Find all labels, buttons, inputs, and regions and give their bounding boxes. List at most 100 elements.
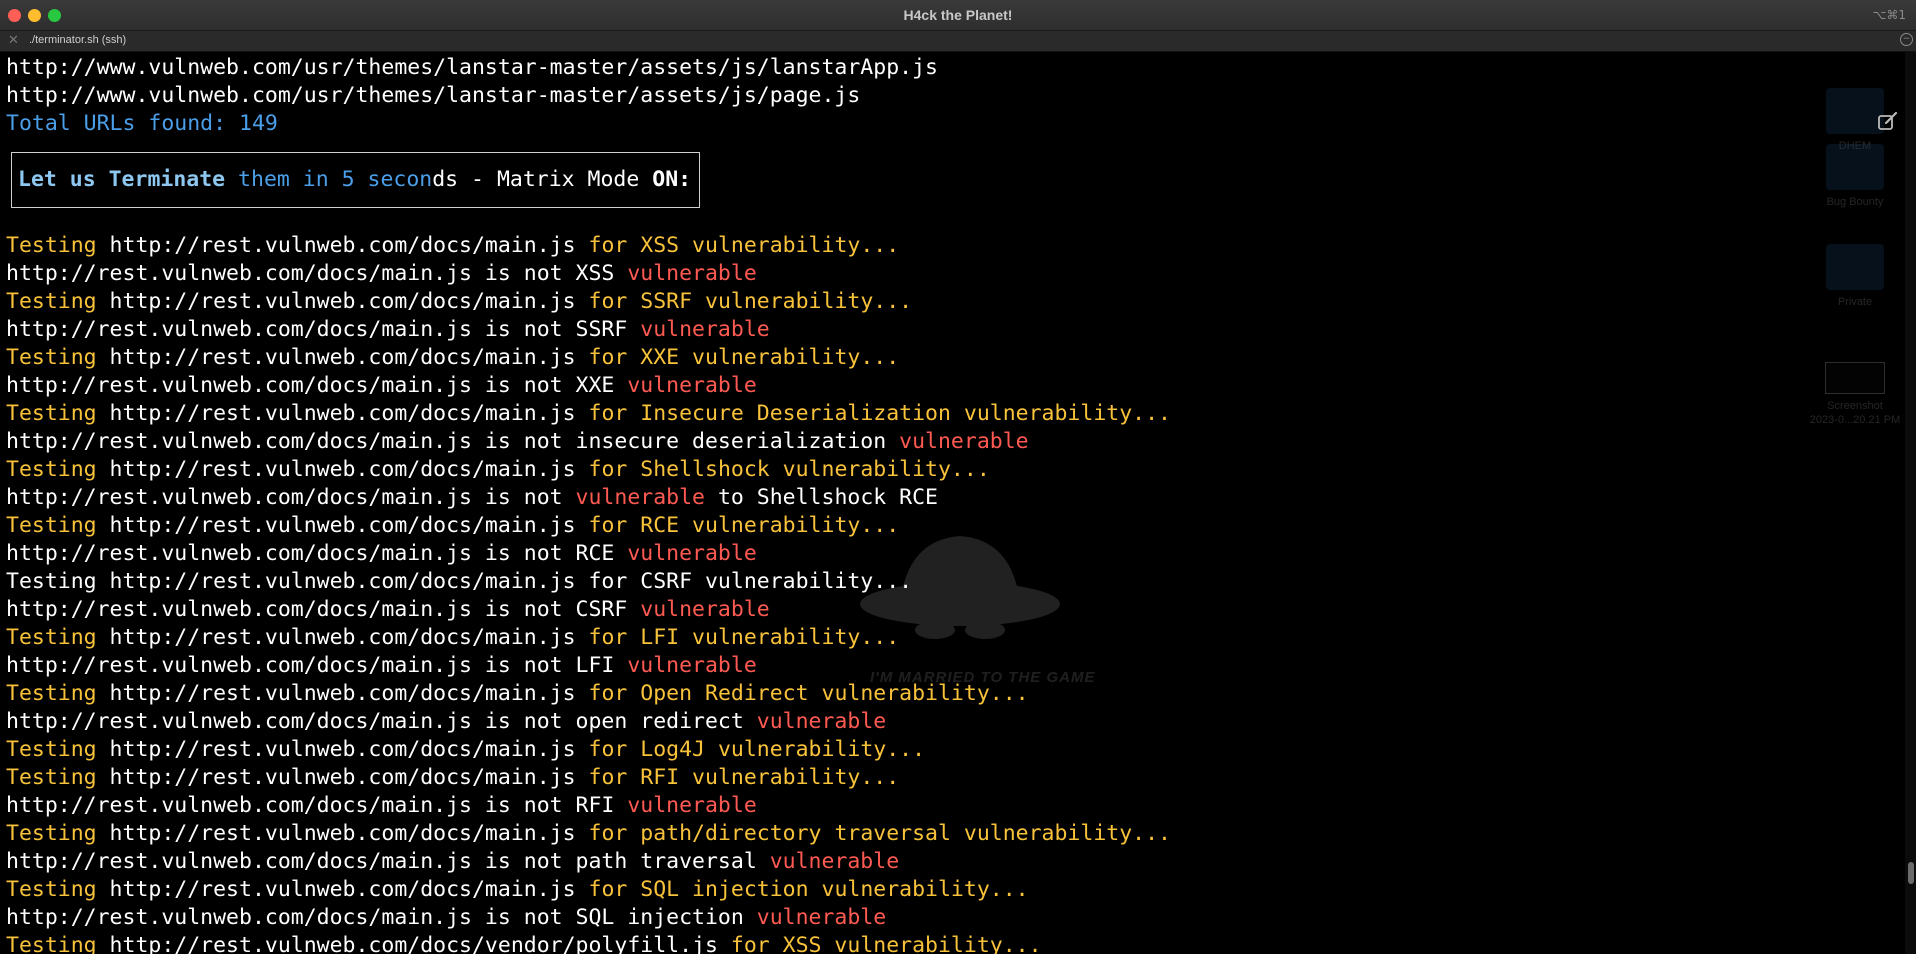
test-description: for Insecure Deserialization vulnerabili… (588, 401, 1171, 426)
result-text: http://rest.vulnweb.com/docs/main.js is … (6, 793, 628, 818)
banner-segment: them in 5 secon (225, 167, 433, 192)
result-line: http://rest.vulnweb.com/docs/main.js is … (6, 848, 899, 876)
result-text: http://rest.vulnweb.com/docs/main.js is … (6, 653, 628, 678)
target-url: http://rest.vulnweb.com/docs/main.js (96, 765, 589, 790)
target-url: http://rest.vulnweb.com/docs/main.js (96, 737, 589, 762)
edit-compose-icon[interactable] (1877, 110, 1899, 132)
testing-label: Testing (6, 765, 97, 790)
test-line: Testing http://rest.vulnweb.com/docs/mai… (6, 456, 990, 484)
result-line: http://rest.vulnweb.com/docs/main.js is … (6, 652, 757, 680)
target-url: http://rest.vulnweb.com/docs/main.js (96, 625, 589, 650)
test-description: for Log4J vulnerability... (588, 737, 926, 762)
test-text: Testing http://rest.vulnweb.com/docs/mai… (6, 569, 913, 594)
test-description: for SSRF vulnerability... (588, 289, 913, 314)
testing-label: Testing (6, 457, 97, 482)
tab-menu-icon[interactable]: − (1900, 33, 1913, 46)
desktop-folder-private[interactable]: Private (1795, 244, 1905, 308)
test-line: Testing http://rest.vulnweb.com/docs/mai… (6, 764, 899, 792)
desktop-item-label: Screenshot (1827, 400, 1883, 412)
desktop-screenshot-file[interactable]: Screenshot 2023-0...20.21 PM (1795, 362, 1905, 426)
test-description: for Shellshock vulnerability... (588, 457, 990, 482)
test-line: Testing http://rest.vulnweb.com/docs/mai… (6, 736, 925, 764)
desktop-folder-bug-bounty[interactable]: Bug Bounty (1795, 144, 1905, 208)
desktop-item-sublabel: 2023-0...20.21 PM (1809, 414, 1901, 426)
target-url: http://rest.vulnweb.com/docs/main.js (96, 681, 589, 706)
tab-bar: ✕ ./terminator.sh (ssh) − (0, 31, 1916, 52)
desktop-item-label: DHEM (1838, 140, 1872, 152)
test-description: for SQL injection vulnerability... (588, 877, 1029, 902)
test-line: Testing http://rest.vulnweb.com/docs/mai… (6, 820, 1171, 848)
test-line: Testing http://rest.vulnweb.com/docs/mai… (6, 680, 1029, 708)
vulnerable-word: vulnerable (627, 261, 757, 286)
test-line: Testing http://rest.vulnweb.com/docs/mai… (6, 624, 899, 652)
target-url: http://rest.vulnweb.com/docs/vendor/poly… (96, 933, 731, 954)
banner-segment: Let us Terminate (18, 167, 226, 192)
vulnerable-word: vulnerable (627, 653, 757, 678)
test-line: Testing http://rest.vulnweb.com/docs/mai… (6, 344, 899, 372)
test-description: for RCE vulnerability... (588, 513, 900, 538)
result-line: http://rest.vulnweb.com/docs/main.js is … (6, 596, 770, 624)
result-text: http://rest.vulnweb.com/docs/main.js is … (6, 709, 757, 734)
test-description: for RFI vulnerability... (588, 765, 900, 790)
target-url: http://rest.vulnweb.com/docs/main.js (96, 345, 589, 370)
scrollbar[interactable] (1905, 52, 1916, 954)
target-url: http://rest.vulnweb.com/docs/main.js (96, 513, 589, 538)
test-description: for LFI vulnerability... (588, 625, 900, 650)
result-line: http://rest.vulnweb.com/docs/main.js is … (6, 316, 770, 344)
result-line: http://rest.vulnweb.com/docs/main.js is … (6, 260, 757, 288)
vulnerable-word: vulnerable (627, 793, 757, 818)
result-text: http://rest.vulnweb.com/docs/main.js is … (6, 373, 628, 398)
result-text: http://rest.vulnweb.com/docs/main.js is … (6, 429, 900, 454)
vulnerable-word: vulnerable (640, 317, 770, 342)
testing-label: Testing (6, 345, 97, 370)
target-url: http://rest.vulnweb.com/docs/main.js (96, 877, 589, 902)
window-shortcut: ⌥⌘1 (1872, 8, 1906, 22)
test-line: Testing http://rest.vulnweb.com/docs/mai… (6, 400, 1171, 428)
testing-label: Testing (6, 233, 97, 258)
result-text: http://rest.vulnweb.com/docs/main.js is … (6, 849, 770, 874)
test-line: Testing http://rest.vulnweb.com/docs/mai… (6, 288, 912, 316)
folder-icon (1826, 244, 1884, 290)
result-suffix: to Shellshock RCE (705, 485, 938, 510)
result-line: http://rest.vulnweb.com/docs/main.js is … (6, 428, 1029, 456)
target-url: http://rest.vulnweb.com/docs/main.js (96, 233, 589, 258)
testing-label: Testing (6, 289, 97, 314)
vulnerable-word: vulnerable (627, 373, 757, 398)
result-line: http://rest.vulnweb.com/docs/main.js is … (6, 708, 886, 736)
screenshot-thumbnail-icon (1825, 362, 1885, 394)
vulnerable-word: vulnerable (640, 597, 770, 622)
output-line-url: http://www.vulnweb.com/usr/themes/lansta… (6, 55, 938, 80)
scrollbar-thumb[interactable] (1908, 862, 1914, 884)
folder-icon (1826, 88, 1884, 134)
vulnerable-word: vulnerable (756, 709, 887, 734)
vulnerable-word: vulnerable (899, 429, 1029, 454)
test-line: Testing http://rest.vulnweb.com/docs/mai… (6, 876, 1029, 904)
test-line: Testing http://rest.vulnweb.com/docs/mai… (6, 512, 899, 540)
test-line: Testing http://rest.vulnweb.com/docs/mai… (6, 232, 899, 260)
tab-close-icon[interactable]: ✕ (8, 33, 19, 48)
target-url: http://rest.vulnweb.com/docs/main.js (96, 821, 589, 846)
result-line: http://rest.vulnweb.com/docs/main.js is … (6, 792, 757, 820)
matrix-mode-banner: Let us Terminate them in 5 seconds - Mat… (18, 166, 691, 194)
result-line: http://rest.vulnweb.com/docs/main.js is … (6, 484, 938, 512)
vulnerable-word: vulnerable (769, 849, 900, 874)
target-url: http://rest.vulnweb.com/docs/main.js (96, 401, 589, 426)
vulnerable-word: vulnerable (627, 541, 757, 566)
terminal-output[interactable]: I'M MARRIED TO THE GAME DHEM Bug Bounty … (0, 52, 1905, 954)
testing-label: Testing (6, 513, 97, 538)
title-bar[interactable]: H4ck the Planet! ⌥⌘1 (0, 0, 1916, 31)
test-description: for Open Redirect vulnerability... (588, 681, 1029, 706)
vulnerable-word: vulnerable (575, 485, 705, 510)
test-description: for XSS vulnerability... (730, 933, 1042, 954)
banner-segment: ds - Matrix Mode (432, 167, 653, 192)
desktop-item-label: Private (1837, 296, 1873, 308)
test-line: Testing http://rest.vulnweb.com/docs/ven… (6, 932, 1042, 954)
test-line: Testing http://rest.vulnweb.com/docs/mai… (6, 568, 912, 596)
desktop-item-label: Bug Bounty (1826, 196, 1884, 208)
testing-label: Testing (6, 681, 97, 706)
result-text: http://rest.vulnweb.com/docs/main.js is … (6, 597, 641, 622)
testing-label: Testing (6, 737, 97, 762)
banner-segment: ON: (652, 167, 692, 192)
testing-label: Testing (6, 625, 97, 650)
tab-terminator[interactable]: ./terminator.sh (ssh) (29, 34, 126, 46)
